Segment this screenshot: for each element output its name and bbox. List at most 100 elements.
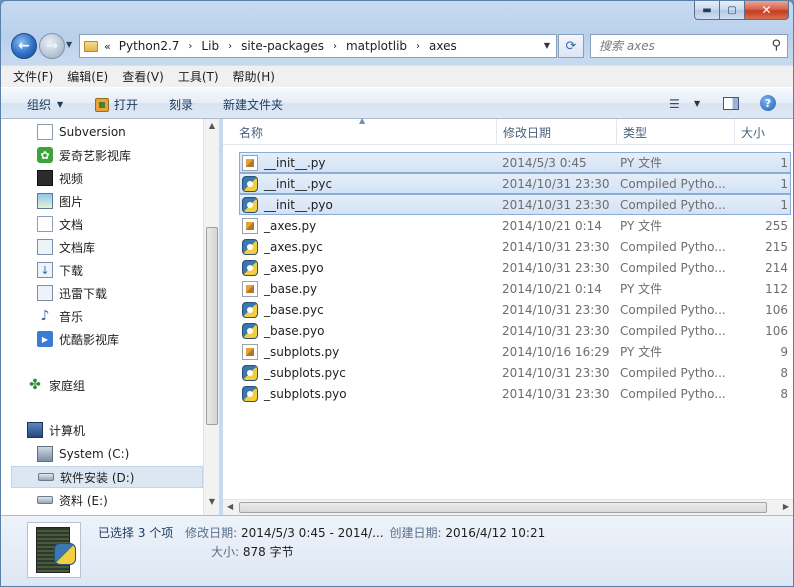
menu-help[interactable]: 帮助(H)	[233, 68, 275, 85]
file-row[interactable]: _base.pyc 2014/10/31 23:30 Compiled Pytho.…	[239, 299, 791, 320]
help-icon[interactable]: ?	[760, 95, 776, 111]
recent-pages-dropdown[interactable]: ▼	[66, 40, 72, 49]
column-date-modified[interactable]: 修改日期	[497, 119, 617, 145]
navigation-scrollbar[interactable]: ▲ ▼	[203, 119, 219, 515]
address-bar[interactable]: « Python2.7 › Lib › site-packages › matp…	[79, 34, 557, 58]
menu-file[interactable]: 文件(F)	[13, 68, 53, 85]
menu-tools[interactable]: 工具(T)	[178, 68, 219, 85]
sidebar-item-label: 优酷影视库	[59, 332, 120, 347]
maximize-button[interactable]: ▢	[720, 1, 745, 20]
scroll-thumb[interactable]	[206, 227, 218, 425]
sidebar-item-music[interactable]: ♪ 音乐	[11, 305, 203, 327]
column-size[interactable]: 大小	[735, 119, 793, 145]
sidebar-item-document-library[interactable]: 文档库	[11, 236, 203, 258]
sidebar-item-homegroup[interactable]: ✤ 家庭组	[11, 374, 203, 396]
scroll-left-icon[interactable]: ◀	[227, 502, 233, 511]
menu-edit[interactable]: 编辑(E)	[67, 68, 108, 85]
change-view-icon[interactable]: ☰	[669, 97, 680, 111]
menu-view[interactable]: 查看(V)	[122, 68, 164, 85]
menu-bar: 文件(F) 编辑(E) 查看(V) 工具(T) 帮助(H)	[1, 65, 793, 87]
file-row[interactable]: _axes.pyc 2014/10/31 23:30 Compiled Pytho.…	[239, 236, 791, 257]
file-row[interactable]: _subplots.py 2014/10/16 16:29 PY 文件 9	[239, 341, 791, 362]
file-type: Compiled Pytho...	[620, 260, 726, 275]
burn-button[interactable]: 刻录	[169, 96, 193, 113]
sidebar-item-videos[interactable]: 视频	[11, 167, 203, 189]
library-icon	[37, 239, 53, 255]
sidebar-item-documents[interactable]: 文档	[11, 213, 203, 235]
file-row[interactable]: __init__.pyo 2014/10/31 23:30 Compiled Pyt…	[239, 194, 791, 215]
scroll-thumb[interactable]	[239, 502, 767, 513]
file-size: 1	[780, 155, 788, 170]
scroll-up-icon[interactable]: ▲	[204, 121, 220, 137]
size-label: 大小:	[211, 545, 240, 559]
column-date-label: 修改日期	[503, 125, 552, 140]
column-name[interactable]: ▲ 名称	[223, 116, 497, 145]
address-dropdown-icon[interactable]: ▼	[544, 41, 550, 50]
search-input[interactable]	[591, 35, 761, 57]
command-bar: 组织 ▼ 打开 刻录 新建文件夹 ☰ ▼ ?	[1, 87, 793, 119]
refresh-button[interactable]: ⟳	[558, 34, 584, 58]
sidebar-item-iqiyi[interactable]: ✿ 爱奇艺影视库	[11, 144, 203, 166]
breadcrumb-separator[interactable]: ›	[228, 41, 232, 52]
scroll-down-icon[interactable]: ▼	[204, 497, 220, 513]
burn-label: 刻录	[169, 98, 194, 112]
file-row[interactable]: _axes.py 2014/10/21 0:14 PY 文件 255	[239, 215, 791, 236]
file-row[interactable]: _subplots.pyo 2014/10/31 23:30 Compiled Py…	[239, 383, 791, 404]
file-row[interactable]: __init__.pyc 2014/10/31 23:30 Compiled Pyt…	[239, 173, 791, 194]
preview-pane-icon[interactable]	[723, 97, 739, 110]
file-row[interactable]: _subplots.pyc 2014/10/31 23:30 Compiled Py…	[239, 362, 791, 383]
minimize-button[interactable]: ▬	[694, 1, 720, 20]
column-type[interactable]: 类型	[617, 119, 735, 145]
view-options-dropdown[interactable]: ▼	[694, 99, 700, 108]
file-name-cell: _base.pyo	[240, 322, 498, 339]
column-size-label: 大小	[741, 125, 766, 140]
breadcrumb-separator[interactable]: ›	[188, 41, 192, 52]
file-date: 2014/10/31 23:30	[502, 260, 610, 275]
breadcrumb-overflow[interactable]: «	[104, 40, 111, 53]
sidebar-item-label: System (C:)	[59, 447, 130, 461]
python-compiled-file-icon	[242, 385, 258, 402]
music-icon: ♪	[40, 308, 50, 324]
search-icon[interactable]: ⚲	[771, 38, 781, 53]
file-date: 2014/10/31 23:30	[502, 302, 610, 317]
sidebar-item-computer[interactable]: 计算机	[11, 419, 203, 441]
sidebar-item-youku[interactable]: ▶ 优酷影视库	[11, 328, 203, 350]
breadcrumb-separator[interactable]: ›	[333, 41, 337, 52]
breadcrumb-lib[interactable]: Lib	[201, 39, 219, 53]
scroll-right-icon[interactable]: ▶	[783, 502, 789, 511]
breadcrumb-matplotlib[interactable]: matplotlib	[346, 39, 407, 53]
sidebar-item-downloads[interactable]: ↓ 下载	[11, 259, 203, 281]
breadcrumb-python27[interactable]: Python2.7	[119, 39, 180, 53]
forward-button[interactable]: →	[39, 33, 65, 59]
sidebar-item-drive-d[interactable]: 软件安装 (D:)	[11, 466, 203, 488]
details-line-2: 大小: 878 字节	[211, 543, 294, 560]
file-date: 2014/10/21 0:14	[502, 281, 602, 296]
breadcrumb-site-packages[interactable]: site-packages	[241, 39, 324, 53]
sidebar-item-xunlei[interactable]: 迅雷下载	[11, 282, 203, 304]
open-button[interactable]: 打开	[95, 96, 138, 113]
file-row[interactable]: _base.py 2014/10/21 0:14 PY 文件 112	[239, 278, 791, 299]
breadcrumb-separator[interactable]: ›	[416, 41, 420, 52]
file-row[interactable]: __init__.py 2014/5/3 0:45 PY 文件 1	[239, 152, 791, 173]
sidebar-item-subversion[interactable]: Subversion	[11, 121, 203, 143]
modified-label: 修改日期:	[185, 526, 238, 540]
horizontal-scrollbar[interactable]: ◀ ▶	[223, 499, 793, 515]
sidebar-item-system-drive[interactable]: System (C:)	[11, 443, 203, 465]
python-compiled-file-icon	[242, 238, 258, 255]
file-row[interactable]: _axes.pyo 2014/10/31 23:30 Compiled Pytho.…	[239, 257, 791, 278]
sidebar-item-drive-e[interactable]: 资料 (E:)	[11, 489, 203, 511]
file-size: 214	[765, 260, 788, 275]
back-button[interactable]: ←	[11, 33, 37, 59]
close-button[interactable]: ✕	[745, 1, 789, 20]
search-box[interactable]: ⚲	[590, 34, 788, 58]
new-folder-button[interactable]: 新建文件夹	[223, 96, 283, 113]
breadcrumb-axes[interactable]: axes	[429, 39, 457, 53]
file-name: _base.pyo	[264, 323, 325, 338]
file-name-cell: _subplots.py	[240, 343, 498, 360]
selection-thumbnail	[27, 522, 81, 578]
sidebar-item-label: 文档	[59, 217, 84, 232]
file-row[interactable]: _base.pyo 2014/10/31 23:30 Compiled Pytho.…	[239, 320, 791, 341]
sidebar-item-pictures[interactable]: 图片	[11, 190, 203, 212]
organize-button[interactable]: 组织 ▼	[27, 96, 63, 113]
file-name: _axes.py	[264, 218, 317, 233]
